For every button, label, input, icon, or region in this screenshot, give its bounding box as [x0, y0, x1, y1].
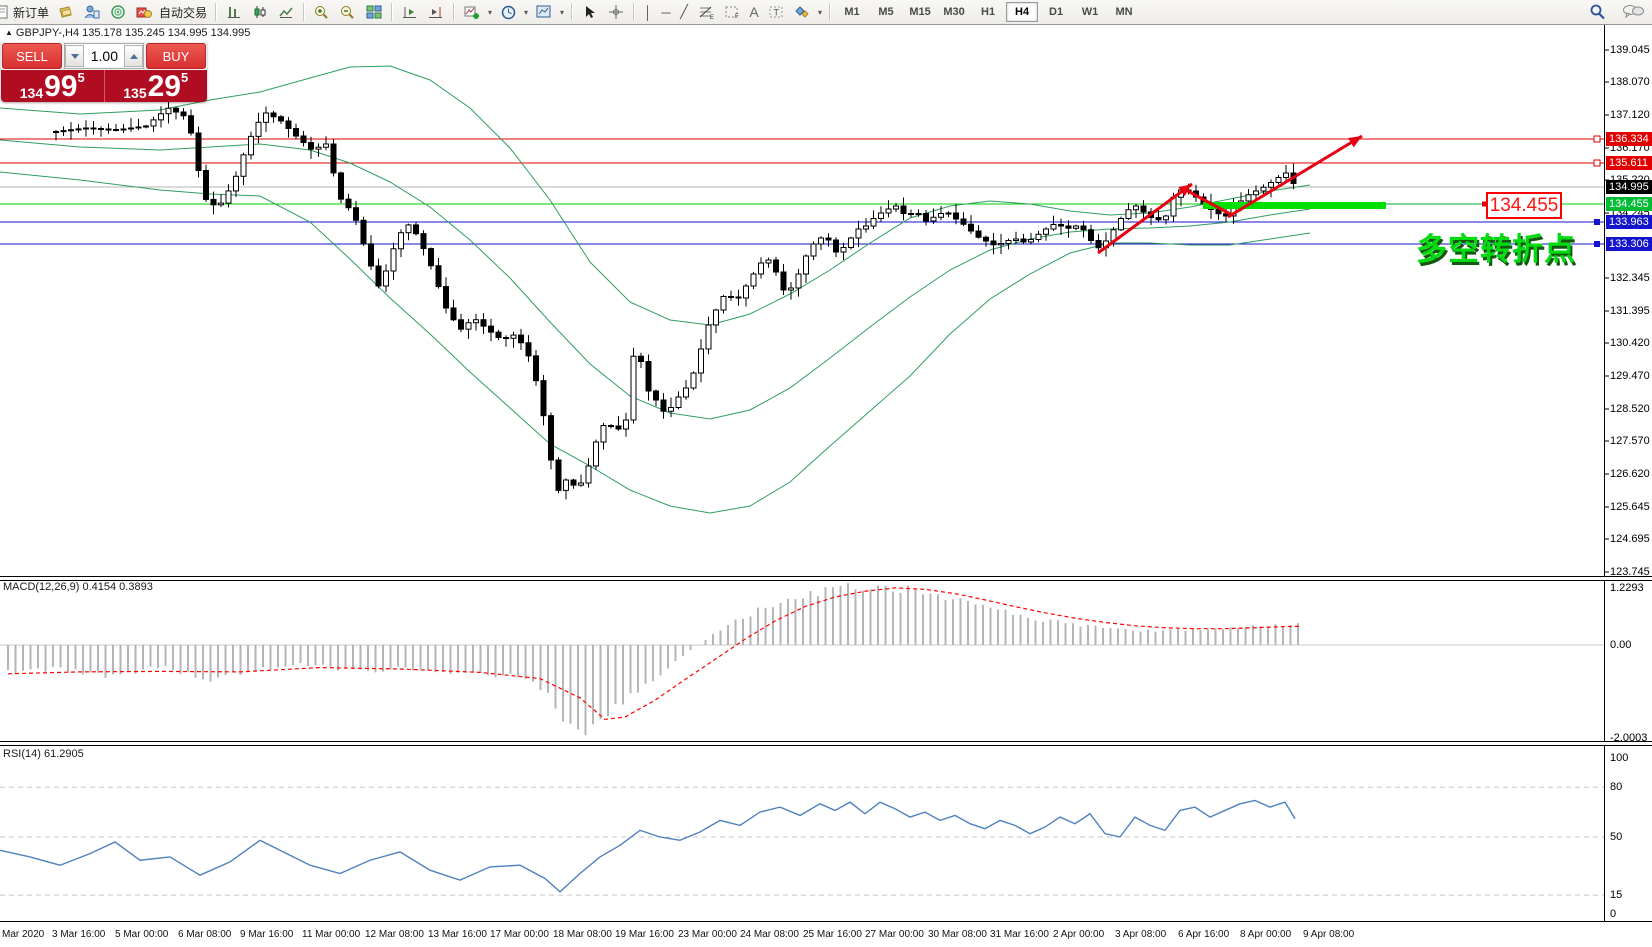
new-order-button[interactable]: 新订单	[11, 4, 53, 21]
volume-increase-button[interactable]	[124, 45, 143, 67]
volume-stepper[interactable]: 1.00	[64, 43, 144, 69]
macd-splitter[interactable]	[0, 576, 1652, 581]
profile-icon[interactable]	[79, 1, 105, 23]
search-icon[interactable]	[1584, 1, 1610, 23]
buy-price-main: 29	[148, 75, 181, 100]
auto-trading-icon[interactable]	[131, 1, 157, 23]
indicators-dropdown-caret[interactable]: ▾	[485, 8, 495, 17]
timeframe-button-h4[interactable]: H4	[1006, 2, 1038, 22]
zoom-out-icon[interactable]	[335, 1, 361, 23]
toolbar-separator	[453, 3, 455, 21]
timeframe-toolbar: M1M5M15M30H1H4D1W1MN	[835, 0, 1141, 24]
fibonacci-icon[interactable]: E	[693, 1, 719, 23]
mt4-window: 新订单 自动交易	[0, 0, 1652, 947]
timeframe-button-d1[interactable]: D1	[1040, 2, 1072, 22]
chart-forward-icon[interactable]	[397, 1, 423, 23]
templates-dropdown-caret[interactable]: ▾	[557, 8, 567, 17]
symbol-direction-icon: ▲	[5, 28, 13, 37]
trade-panel-prices: 134995 135295	[1, 70, 207, 102]
tile-windows-icon[interactable]	[361, 1, 387, 23]
buy-price[interactable]: 135295	[105, 70, 208, 102]
text-icon[interactable]: A	[745, 1, 763, 23]
signals-icon[interactable]	[105, 1, 131, 23]
new-order-icon[interactable]	[0, 1, 11, 23]
trade-panel-controls: SELL 1.00 BUY	[1, 42, 207, 70]
one-click-trading-panel: SELL 1.00 BUY 134995 135295	[1, 42, 207, 102]
timeframe-button-m1[interactable]: M1	[836, 2, 868, 22]
svg-text:T: T	[774, 8, 780, 18]
bar-chart-icon[interactable]	[221, 1, 247, 23]
toolbar-separator	[829, 3, 831, 21]
toolbar-separator	[215, 3, 217, 21]
chart-canvas[interactable]	[0, 0, 1652, 947]
sell-price[interactable]: 134995	[1, 70, 105, 102]
horizontal-line-icon[interactable]: ─	[657, 1, 675, 23]
candlestick-chart-icon[interactable]	[247, 1, 273, 23]
svg-text:E: E	[710, 15, 714, 19]
sell-price-pip: 5	[78, 71, 85, 84]
symbol-ohlc-text: GBPJPY-,H4 135.178 135.245 134.995 134.9…	[16, 27, 250, 39]
sell-price-main: 99	[44, 75, 77, 100]
line-chart-icon[interactable]	[273, 1, 299, 23]
auto-trading-button[interactable]: 自动交易	[157, 4, 211, 21]
buy-price-prefix: 135	[123, 86, 146, 100]
vertical-line-icon[interactable]: │	[639, 1, 657, 23]
buy-button[interactable]: BUY	[146, 43, 206, 69]
toolbar-separator	[391, 3, 393, 21]
periods-clock-icon[interactable]	[495, 1, 521, 23]
buy-price-pip: 5	[181, 71, 188, 84]
zoom-in-icon[interactable]	[309, 1, 335, 23]
triangle-down-icon	[71, 54, 79, 59]
trendline-icon[interactable]: ╱	[675, 1, 693, 23]
chart-end-icon[interactable]	[423, 1, 449, 23]
crosshair-icon[interactable]	[603, 1, 629, 23]
timeframe-button-m15[interactable]: M15	[904, 2, 936, 22]
timeframe-button-h1[interactable]: H1	[972, 2, 1004, 22]
chat-icon[interactable]	[1620, 1, 1646, 23]
triangle-up-icon	[130, 54, 138, 59]
toolbar-separator	[303, 3, 305, 21]
toolbar-separator	[633, 3, 635, 21]
rsi-splitter[interactable]	[0, 741, 1652, 746]
label-icon[interactable]: T	[763, 1, 789, 23]
shapes-icon[interactable]	[789, 1, 815, 23]
sell-button[interactable]: SELL	[2, 43, 62, 69]
fibo-channel-icon[interactable]: F	[719, 1, 745, 23]
svg-text:F: F	[735, 14, 739, 19]
toolbar-separator	[571, 3, 573, 21]
shapes-dropdown-caret[interactable]: ▾	[815, 8, 825, 17]
templates-icon[interactable]	[531, 1, 557, 23]
sell-price-prefix: 134	[20, 86, 43, 100]
timeframe-button-m5[interactable]: M5	[870, 2, 902, 22]
volume-decrease-button[interactable]	[65, 45, 84, 67]
notes-icon[interactable]	[53, 1, 79, 23]
cursor-icon[interactable]	[577, 1, 603, 23]
indicators-add-icon[interactable]	[459, 1, 485, 23]
volume-input[interactable]: 1.00	[84, 48, 124, 64]
timeframe-button-m30[interactable]: M30	[938, 2, 970, 22]
timeframe-button-w1[interactable]: W1	[1074, 2, 1106, 22]
toolbar: 新订单 自动交易	[0, 0, 1652, 25]
symbol-quote-line: ▲GBPJPY-,H4 135.178 135.245 134.995 134.…	[5, 27, 250, 39]
periods-dropdown-caret[interactable]: ▾	[521, 8, 531, 17]
timeframe-button-mn[interactable]: MN	[1108, 2, 1140, 22]
